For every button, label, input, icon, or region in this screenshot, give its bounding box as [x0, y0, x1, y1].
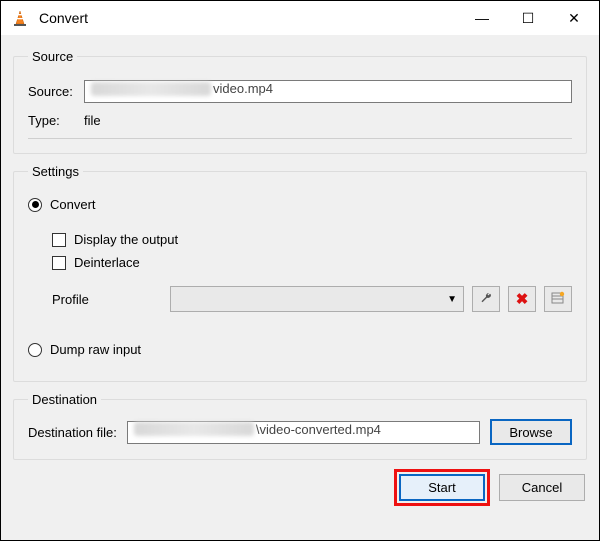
window-title: Convert: [39, 10, 459, 26]
profile-label: Profile: [52, 292, 162, 307]
new-profile-icon: [551, 291, 565, 308]
maximize-button[interactable]: ☐: [505, 3, 551, 33]
settings-group: Settings Convert Display the output Dein…: [13, 164, 587, 382]
delete-profile-button[interactable]: ✖: [508, 286, 536, 312]
source-path-input[interactable]: video.mp4: [84, 80, 572, 103]
destination-path-input[interactable]: \video-converted.mp4: [127, 421, 480, 444]
settings-legend: Settings: [28, 164, 83, 179]
close-button[interactable]: ✕: [551, 3, 597, 33]
deinterlace-label: Deinterlace: [74, 255, 140, 270]
browse-button[interactable]: Browse: [490, 419, 572, 445]
titlebar: Convert — ☐ ✕: [1, 1, 599, 35]
destination-label: Destination file:: [28, 425, 117, 440]
source-label: Source:: [28, 84, 84, 99]
new-profile-button[interactable]: [544, 286, 572, 312]
edit-profile-button[interactable]: [472, 286, 500, 312]
vlc-cone-icon: [11, 9, 29, 27]
chevron-down-icon: ▼: [447, 294, 457, 305]
profile-select[interactable]: ▼: [170, 286, 464, 312]
source-group: Source Source: video.mp4 Type: file: [13, 49, 587, 154]
x-icon: ✖: [516, 290, 529, 308]
dump-raw-radio[interactable]: Dump raw input: [28, 342, 572, 357]
divider: [28, 138, 572, 139]
display-output-checkbox[interactable]: Display the output: [52, 232, 572, 247]
checkbox-icon: [52, 233, 66, 247]
display-output-label: Display the output: [74, 232, 178, 247]
destination-group: Destination Destination file: \video-con…: [13, 392, 587, 460]
type-label: Type:: [28, 113, 84, 128]
deinterlace-checkbox[interactable]: Deinterlace: [52, 255, 572, 270]
radio-icon: [28, 198, 42, 212]
type-value: file: [84, 113, 101, 128]
convert-radio[interactable]: Convert: [28, 197, 572, 212]
cancel-button[interactable]: Cancel: [499, 474, 585, 501]
wrench-icon: [479, 291, 493, 308]
destination-legend: Destination: [28, 392, 101, 407]
checkbox-icon: [52, 256, 66, 270]
dump-raw-label: Dump raw input: [50, 342, 141, 357]
source-legend: Source: [28, 49, 77, 64]
radio-icon: [28, 343, 42, 357]
convert-radio-label: Convert: [50, 197, 96, 212]
minimize-button[interactable]: —: [459, 3, 505, 33]
start-button[interactable]: Start: [399, 474, 485, 501]
